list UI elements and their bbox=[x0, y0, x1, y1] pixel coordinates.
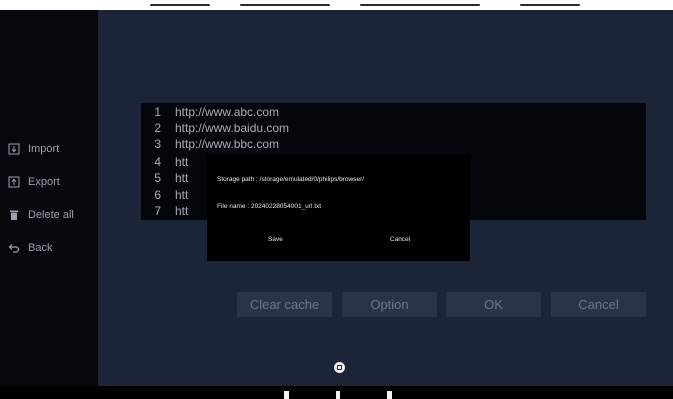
cancel-button[interactable]: Cancel bbox=[551, 292, 646, 317]
status-bar-segment bbox=[360, 4, 480, 6]
sidebar-item-delete-all[interactable]: Delete all bbox=[8, 206, 74, 224]
sidebar-item-label: Import bbox=[28, 143, 60, 155]
dialog-save-button[interactable]: Save bbox=[268, 236, 283, 243]
list-item-url: htt bbox=[175, 155, 189, 169]
list-item-url: htt bbox=[175, 188, 189, 202]
list-item-url: http://www.baidu.com bbox=[175, 121, 290, 135]
list-item-number: 3 bbox=[154, 137, 161, 151]
status-bar-segment bbox=[150, 4, 210, 6]
list-item[interactable]: 5 htt bbox=[141, 171, 188, 185]
home-nav-icon[interactable] bbox=[336, 391, 340, 399]
square-icon bbox=[337, 365, 342, 370]
floating-home-button[interactable] bbox=[334, 362, 345, 373]
list-item-url: htt bbox=[175, 204, 189, 218]
list-item-url: http://www.abc.com bbox=[175, 105, 280, 119]
trash-icon bbox=[10, 210, 18, 220]
list-item[interactable]: 6 htt bbox=[141, 188, 188, 202]
file-name-text: File name : 20240228054001_url.txt bbox=[217, 203, 322, 210]
list-item-number: 5 bbox=[154, 171, 161, 185]
export-icon bbox=[8, 176, 20, 188]
export-dialog: Storage path : /storage/emulated/0/phili… bbox=[207, 155, 470, 261]
option-button[interactable]: Option bbox=[342, 292, 437, 317]
import-icon bbox=[8, 143, 20, 155]
list-item-number: 6 bbox=[154, 188, 161, 202]
storage-path-text: Storage path : /storage/emulated/0/phili… bbox=[217, 176, 365, 183]
list-item-number: 7 bbox=[154, 204, 161, 218]
dialog-cancel-button[interactable]: Cancel bbox=[390, 236, 410, 243]
list-item[interactable]: 7 htt bbox=[141, 204, 188, 218]
list-item-number: 2 bbox=[154, 121, 161, 135]
list-item[interactable]: 2 http://www.baidu.com bbox=[141, 121, 289, 135]
list-item-url: htt bbox=[175, 171, 189, 185]
status-bar bbox=[0, 0, 673, 10]
sidebar-item-import[interactable]: Import bbox=[8, 140, 59, 158]
list-item-number: 4 bbox=[154, 155, 161, 169]
back-arrow-icon bbox=[8, 244, 20, 253]
sidebar-item-label: Export bbox=[28, 176, 60, 188]
navigation-bar bbox=[0, 386, 673, 399]
ok-button[interactable]: OK bbox=[446, 292, 541, 317]
list-item-number: 1 bbox=[154, 105, 161, 119]
sidebar-item-back[interactable]: Back bbox=[8, 239, 52, 257]
sidebar-item-label: Back bbox=[28, 242, 53, 254]
back-nav-icon[interactable] bbox=[284, 391, 289, 399]
sidebar-item-export[interactable]: Export bbox=[8, 173, 60, 191]
sidebar-item-label: Delete all bbox=[28, 209, 74, 221]
list-item-url: http://www.bbc.com bbox=[175, 137, 280, 151]
list-item[interactable]: 3 http://www.bbc.com bbox=[141, 137, 279, 151]
recents-nav-icon[interactable] bbox=[387, 391, 392, 399]
status-bar-segment bbox=[520, 4, 580, 6]
clear-cache-button[interactable]: Clear cache bbox=[237, 292, 332, 317]
sidebar: Import Export Delete all Back bbox=[0, 10, 98, 386]
list-item[interactable]: 1 http://www.abc.com bbox=[141, 105, 279, 119]
list-item[interactable]: 4 htt bbox=[141, 155, 188, 169]
status-bar-segment bbox=[240, 4, 330, 6]
